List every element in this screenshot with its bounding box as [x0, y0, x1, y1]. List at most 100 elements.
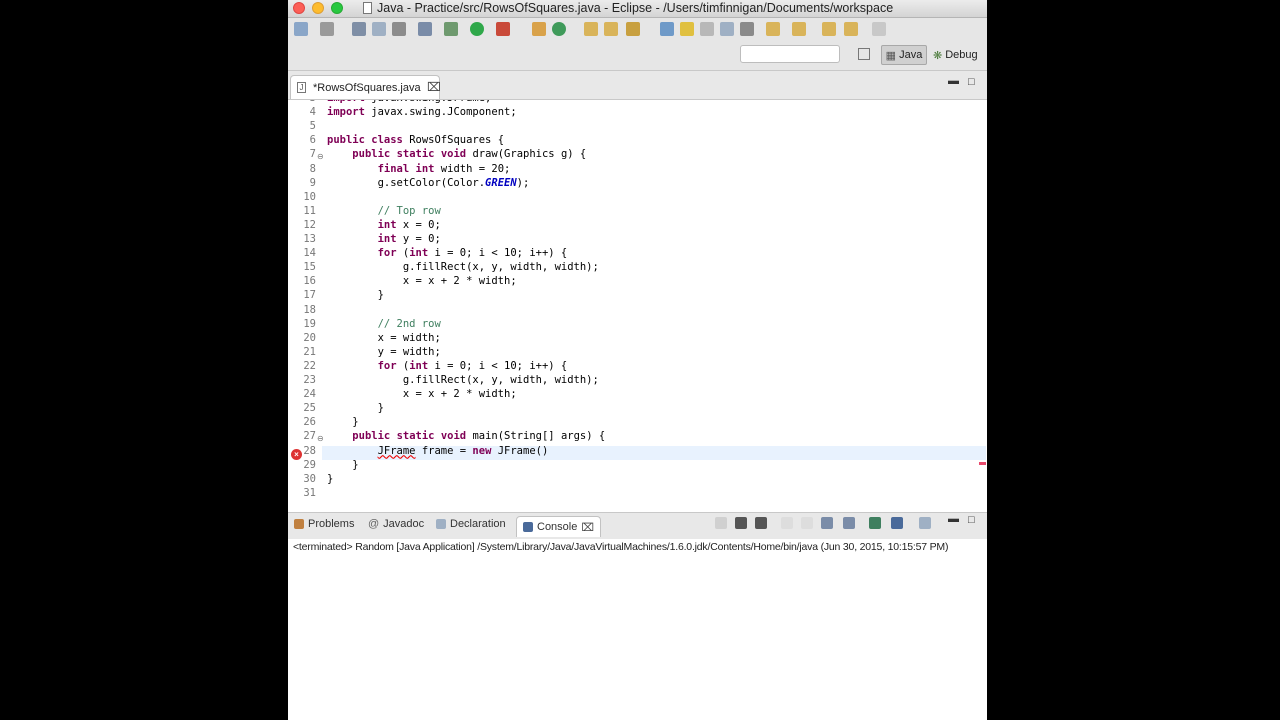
java-perspective-button[interactable]: ▦ Java — [881, 45, 927, 65]
line-number: 17 — [303, 289, 316, 302]
declaration-icon — [436, 519, 446, 529]
editor-tab[interactable]: J *RowsOfSquares.java ⌧ — [290, 75, 441, 99]
print-icon[interactable] — [392, 22, 406, 36]
code-line: import javax.swing.JFrame; — [327, 100, 491, 104]
problems-icon — [294, 519, 304, 529]
line-number: 21 — [303, 345, 316, 358]
line-number: 12 — [303, 218, 316, 231]
open-console-icon[interactable] — [919, 517, 931, 529]
overview-ruler-error-mark[interactable] — [979, 462, 986, 465]
previous-annotation-icon[interactable] — [792, 22, 806, 36]
show-console-stderr-icon[interactable] — [843, 517, 855, 529]
code-line: // 2nd row — [377, 317, 441, 330]
clear-console-icon[interactable] — [781, 517, 793, 529]
maximize-icon[interactable]: □ — [968, 514, 975, 526]
code-line: JFrame frame = new JFrame() — [377, 444, 549, 457]
last-edit-icon[interactable] — [822, 22, 836, 36]
code-line: g.fillRect(x, y, width, width); — [327, 261, 599, 274]
line-number: 3 — [288, 100, 316, 104]
terminate-icon[interactable] — [715, 517, 727, 529]
new-package-icon[interactable] — [552, 22, 566, 36]
code-line: public class RowsOfSquares { — [327, 134, 505, 147]
code-editor[interactable]: × 3import javax.swing.JFrame;4import jav… — [288, 99, 987, 507]
code-line: } — [327, 402, 384, 415]
tab-problems[interactable]: Problems — [294, 518, 354, 530]
line-number: 27 — [303, 430, 316, 443]
line-number: 13 — [303, 233, 316, 245]
tab-javadoc[interactable]: @ Javadoc — [368, 518, 424, 530]
line-number: 24 — [303, 388, 316, 401]
back-icon[interactable] — [844, 22, 858, 36]
new-icon[interactable] — [294, 22, 308, 36]
line-number: 7 — [309, 148, 316, 161]
scroll-lock-icon[interactable] — [801, 517, 813, 529]
line-number: 23 — [303, 374, 316, 386]
line-number: 4 — [309, 106, 316, 119]
debug-icon[interactable] — [444, 22, 458, 36]
display-console-icon[interactable] — [891, 517, 903, 529]
debug-perspective-button[interactable]: ❋ Debug — [933, 45, 985, 65]
line-number: 18 — [303, 303, 316, 316]
word-wrap-icon[interactable] — [720, 22, 734, 36]
line-number: 29 — [303, 458, 316, 471]
line-number: 22 — [303, 359, 316, 372]
close-tab-icon[interactable]: ⌧ — [427, 80, 441, 94]
line-number: 6 — [309, 134, 316, 147]
external-tools-icon[interactable] — [496, 22, 510, 36]
code-line: g.setColor(Color.GREEN); — [327, 176, 530, 189]
document-icon — [363, 2, 372, 14]
maximize-icon[interactable]: □ — [968, 76, 975, 88]
code-line: } — [327, 472, 334, 485]
code-line: int y = 0; — [377, 233, 441, 245]
minimize-icon[interactable]: ▬ — [948, 513, 959, 525]
open-task-icon[interactable] — [604, 22, 618, 36]
fold-icon[interactable]: ⊖ — [317, 434, 324, 443]
remove-all-icon[interactable] — [755, 517, 767, 529]
java-file-icon: J — [297, 82, 306, 93]
code-line: y = width; — [327, 345, 441, 358]
run-icon[interactable] — [470, 22, 484, 36]
close-window-button[interactable] — [293, 2, 305, 14]
open-icon[interactable] — [320, 22, 334, 36]
search-icon[interactable] — [626, 22, 640, 36]
toggle-mark-occurrences-icon[interactable] — [660, 22, 674, 36]
line-number: 14 — [303, 247, 316, 260]
code-line: x = width; — [327, 331, 441, 344]
line-number: 30 — [303, 472, 316, 485]
editor-tab-bar: J *RowsOfSquares.java ⌧ ▬ □ — [288, 71, 987, 99]
window-title: Java - Practice/src/RowsOfSquares.java -… — [377, 1, 894, 15]
minimize-icon[interactable]: ▬ — [948, 75, 959, 87]
close-tab-icon[interactable]: ⌧ — [581, 521, 594, 534]
code-line: public static void main(String[] args) { — [352, 430, 606, 443]
fold-icon[interactable]: ⊖ — [317, 152, 324, 161]
code-line: // Top row — [377, 204, 441, 217]
code-line: } — [327, 416, 359, 429]
show-whitespace-icon[interactable] — [740, 22, 754, 36]
save-icon[interactable] — [352, 22, 366, 36]
java-perspective-icon: ▦ — [885, 49, 897, 62]
new-java-project-icon[interactable] — [532, 22, 546, 36]
open-perspective-icon[interactable] — [858, 48, 870, 60]
code-line: int x = 0; — [377, 218, 441, 231]
tab-declaration[interactable]: Declaration — [436, 518, 506, 530]
next-annotation-icon[interactable] — [766, 22, 780, 36]
show-console-stdout-icon[interactable] — [821, 517, 833, 529]
skip-breakpoints-icon[interactable] — [418, 22, 432, 36]
open-type-icon[interactable] — [584, 22, 598, 36]
save-all-icon[interactable] — [372, 22, 386, 36]
code-line: x = x + 2 * width; — [327, 275, 517, 288]
quick-access-input[interactable] — [740, 45, 840, 63]
console-icon — [523, 522, 533, 532]
remove-launch-icon[interactable] — [735, 517, 747, 529]
tab-console[interactable]: Console ⌧ — [516, 516, 602, 537]
code-line: x = x + 2 * width; — [327, 388, 517, 401]
highlight-icon[interactable] — [680, 22, 694, 36]
code-line: } — [327, 289, 384, 302]
code-line: final int width = 20; — [377, 162, 511, 175]
zoom-window-button[interactable] — [331, 2, 343, 14]
pin-console-icon[interactable] — [869, 517, 881, 529]
forward-icon[interactable] — [872, 22, 886, 36]
line-number: 15 — [303, 261, 316, 274]
minimize-window-button[interactable] — [312, 2, 324, 14]
block-selection-icon[interactable] — [700, 22, 714, 36]
